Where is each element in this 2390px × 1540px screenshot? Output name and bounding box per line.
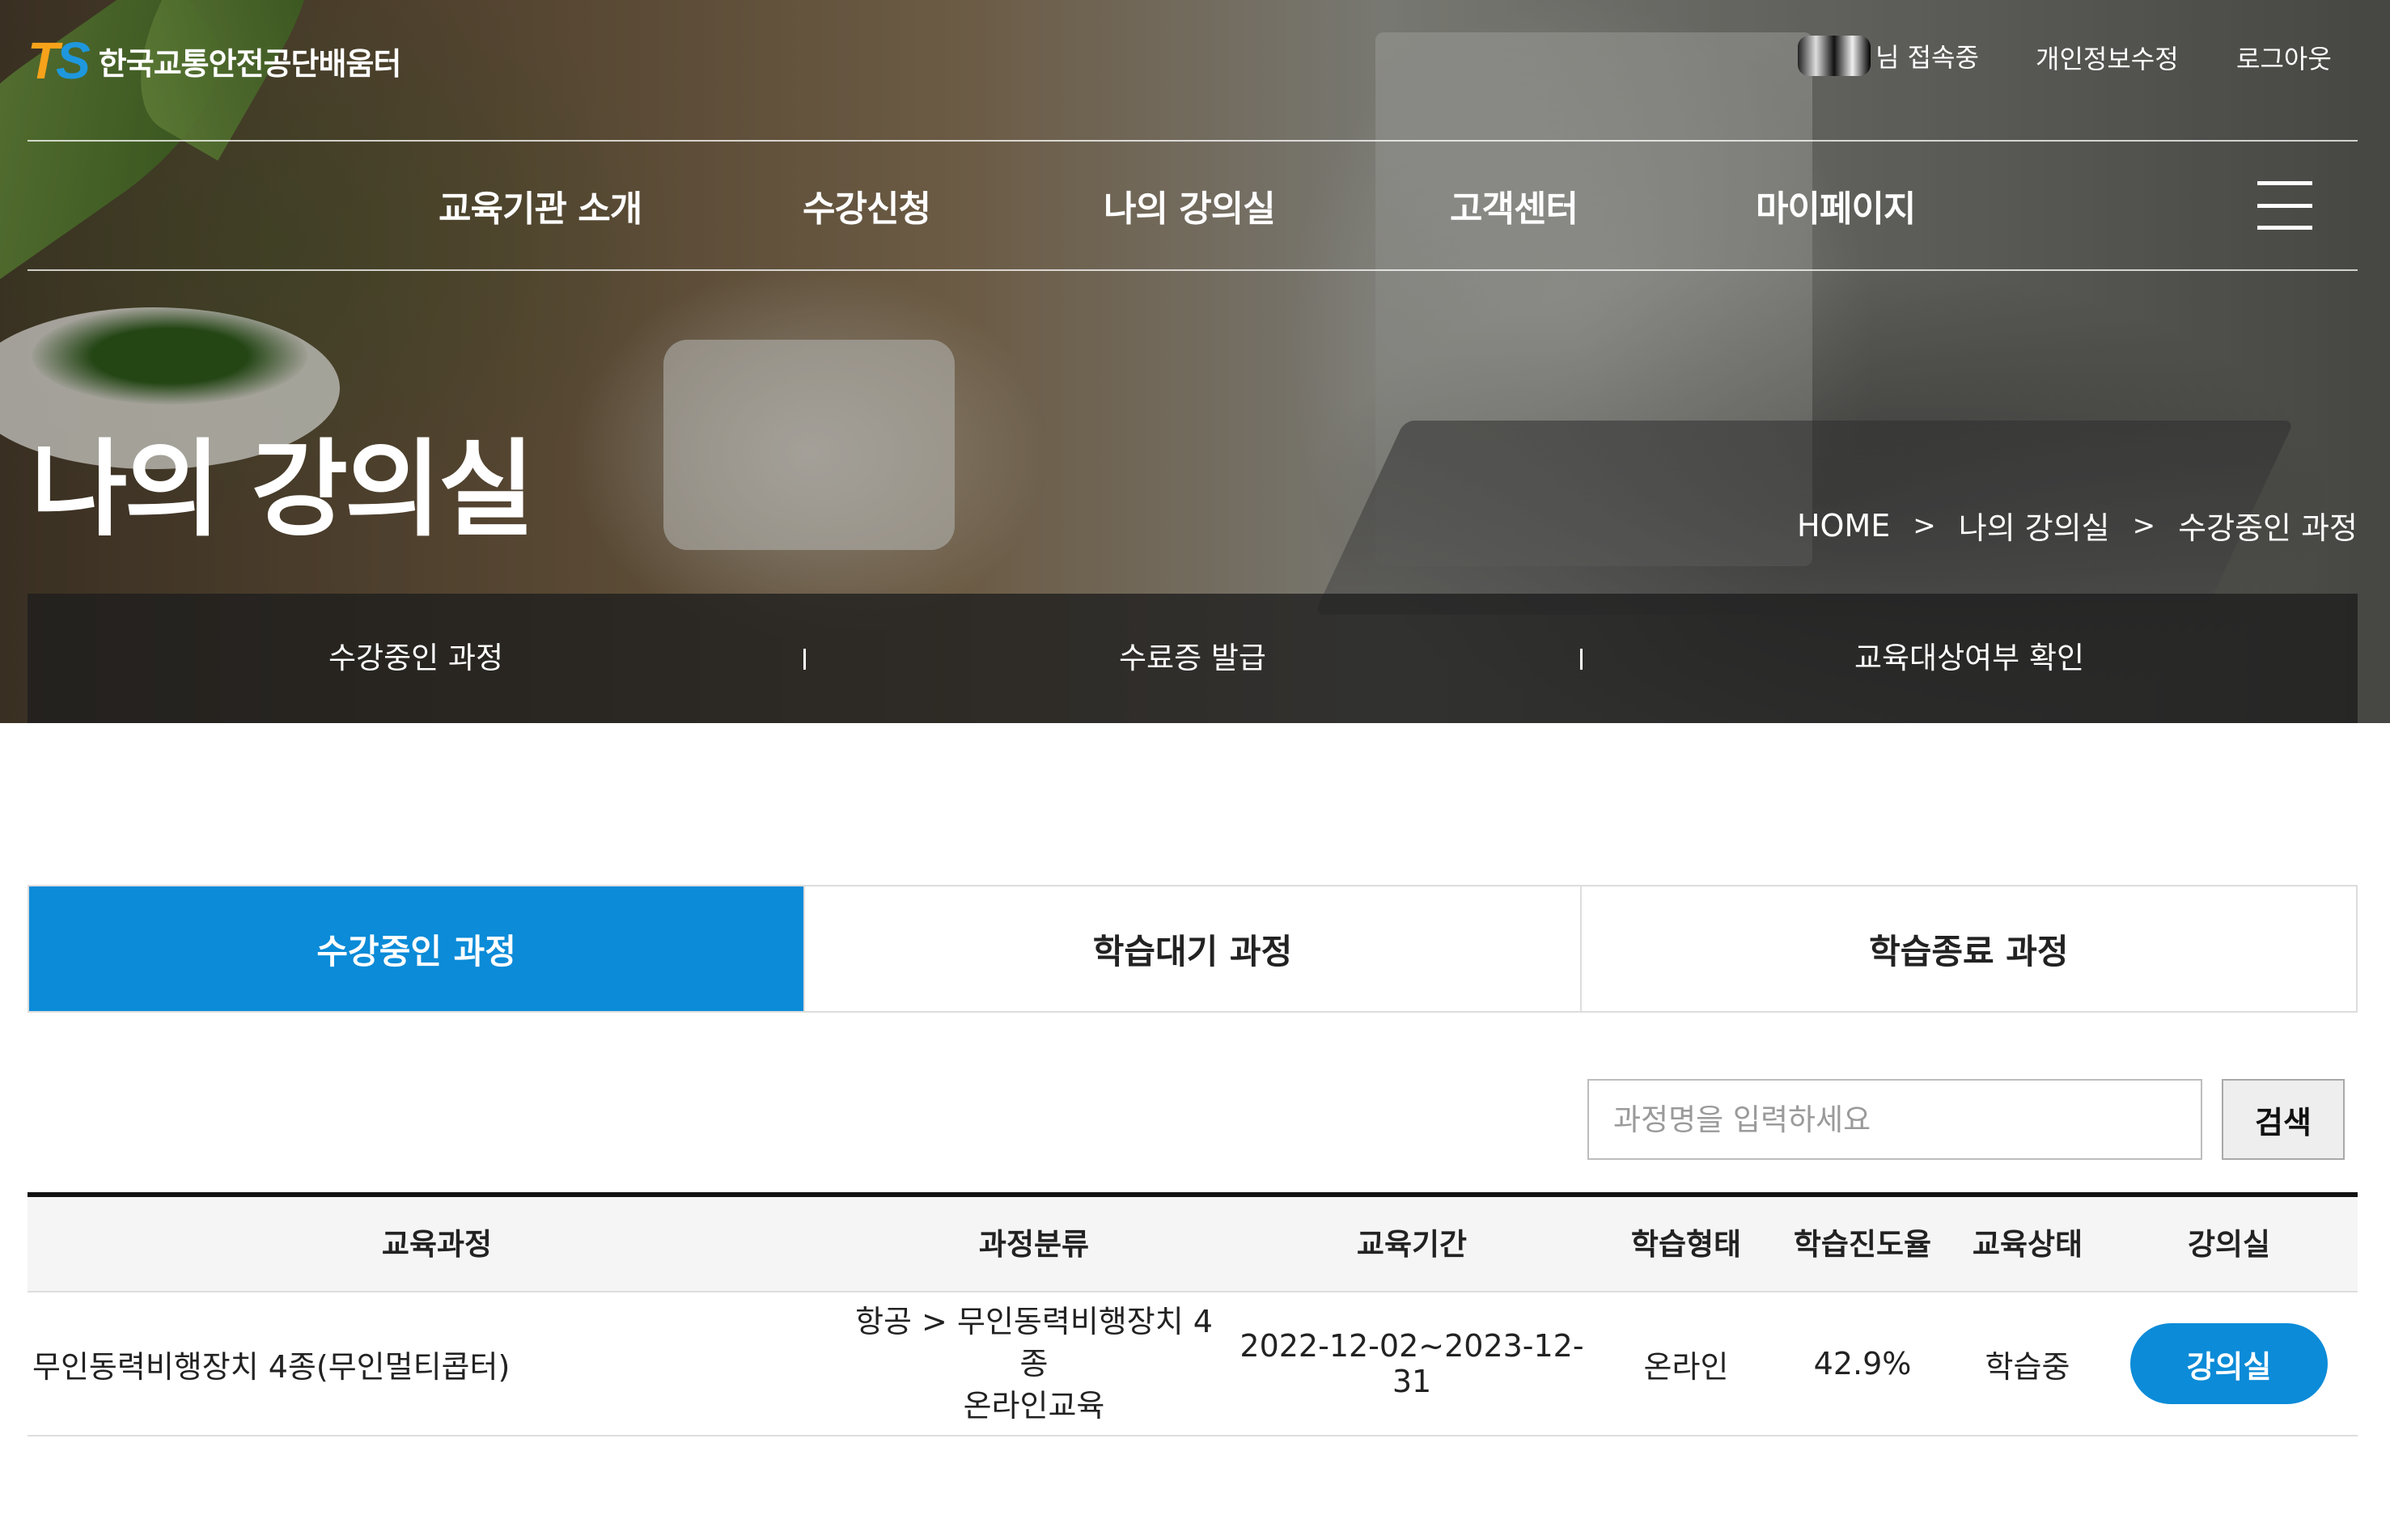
column-header: 학습형태 <box>1630 1227 1742 1262</box>
subnav-item-certificate[interactable]: 수료증 발급 <box>804 594 1581 723</box>
course-period: 2022-12-02~2023-12-31 <box>1239 1328 1584 1399</box>
tab-completed[interactable]: 학습종료 과정 <box>1581 886 2356 1011</box>
breadcrumb: HOME > 나의 강의실 > 수강중인 과정 <box>1797 503 2358 548</box>
education-status: 학습중 <box>1985 1348 2070 1385</box>
course-tabs: 수강중인 과정 학습대기 과정 학습종료 과정 <box>28 885 2358 1013</box>
hamburger-menu-icon[interactable] <box>2257 181 2312 230</box>
user-name-redacted <box>1798 36 1871 76</box>
breadcrumb-my-classroom[interactable]: 나의 강의실 <box>1959 503 2110 548</box>
edit-profile-link[interactable]: 개인정보수정 <box>2036 39 2179 76</box>
breadcrumb-home[interactable]: HOME <box>1797 508 1890 544</box>
tab-in-progress[interactable]: 수강중인 과정 <box>29 886 806 1011</box>
ts-logo-mark: TS <box>28 32 91 90</box>
classroom-cell: 강의실 <box>2100 1292 2358 1435</box>
progress-rate: 42.9% <box>1813 1346 1912 1381</box>
enter-classroom-button[interactable]: 강의실 <box>2130 1323 2328 1404</box>
logout-link[interactable]: 로그아웃 <box>2236 39 2332 76</box>
course-name: 무인동력비행장치 4종(무인멀티콥터) <box>32 1348 511 1385</box>
nav-item-my-classroom[interactable]: 나의 강의실 <box>1104 180 1276 236</box>
header-divider <box>28 140 2358 142</box>
column-header: 강의실 <box>2187 1227 2271 1262</box>
chevron-right-icon: > <box>2132 509 2156 542</box>
sub-navigation: 수강중인 과정 수료증 발급 교육대상여부 확인 <box>28 594 2358 723</box>
search-button[interactable]: 검색 <box>2222 1079 2345 1160</box>
nav-item-mypage[interactable]: 마이페이지 <box>1756 180 1916 236</box>
nav-item-enroll[interactable]: 수강신청 <box>803 180 931 236</box>
chevron-right-icon: > <box>1913 509 1936 542</box>
learning-type: 온라인 <box>1643 1348 1729 1385</box>
nav-item-support[interactable]: 고객센터 <box>1450 180 1579 236</box>
logo-text: 한국교통안전공단배움터 <box>98 45 402 82</box>
table-row: 무인동력비행장치 4종(무인멀티콥터) 항공 > 무인동력비행장치 4종 온라인… <box>28 1292 2358 1436</box>
site-logo[interactable]: TS 한국교통안전공단배움터 <box>28 32 402 90</box>
nav-item-about[interactable]: 교육기관 소개 <box>439 180 642 236</box>
column-header: 학습진도율 <box>1793 1227 1932 1262</box>
course-category: 항공 > 무인동력비행장치 4종 온라인교육 <box>855 1304 1213 1424</box>
course-table: 교육과정 과정분류 교육기간 학습형태 학습진도율 교육상태 강의실 무인동력비… <box>28 1192 2358 1436</box>
table-header: 교육과정 과정분류 교육기간 학습형태 학습진도율 교육상태 강의실 <box>28 1192 2358 1292</box>
column-header: 교육과정 <box>381 1227 493 1262</box>
user-status-text: 님 접속중 <box>1875 42 1979 73</box>
column-header: 교육상태 <box>1972 1227 2083 1262</box>
user-status: 님 접속중 <box>1798 36 1979 76</box>
column-header: 과정분류 <box>978 1227 1090 1262</box>
nav-divider <box>28 269 2358 271</box>
course-search-input[interactable] <box>1587 1079 2202 1160</box>
subnav-item-in-progress[interactable]: 수강중인 과정 <box>28 594 804 723</box>
column-header: 교육기간 <box>1356 1227 1468 1262</box>
page-title: 나의 강의실 <box>31 428 535 551</box>
subnav-item-eligibility[interactable]: 교육대상여부 확인 <box>1581 594 2358 723</box>
tab-waiting[interactable]: 학습대기 과정 <box>805 886 1582 1011</box>
breadcrumb-current: 수강중인 과정 <box>2178 510 2358 546</box>
